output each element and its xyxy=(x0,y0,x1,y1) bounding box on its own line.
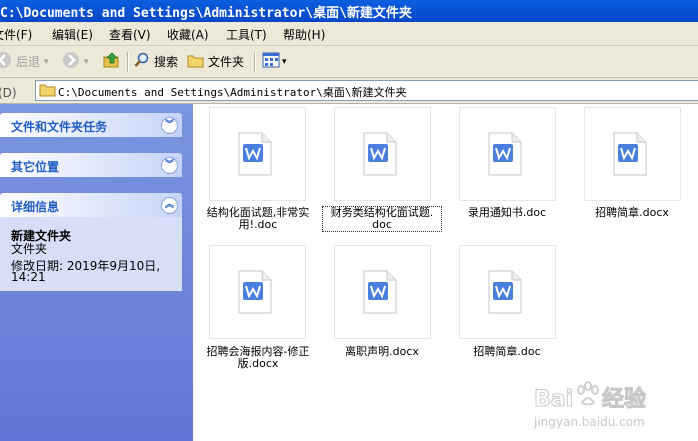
menu-file[interactable]: 文件(F) xyxy=(0,26,32,43)
menu-edit[interactable]: 编辑(E) xyxy=(52,26,93,43)
panel-title: 详细信息 xyxy=(11,200,60,214)
file-name[interactable]: 招聘简章.doc xyxy=(456,346,558,358)
back-dropdown-icon: ▾ xyxy=(44,56,49,67)
title-bar: C:\Documents and Settings\Administrator\… xyxy=(0,0,698,22)
address-input[interactable]: C:\Documents and Settings\Administrator\… xyxy=(35,80,698,101)
forward-arrow-icon xyxy=(62,51,80,72)
wps-writer-doc-icon xyxy=(488,270,522,314)
toolbar-separator xyxy=(254,52,256,72)
file-name[interactable]: 招聘会海报内容-修正 版.docx xyxy=(198,346,318,370)
file-thumbnail[interactable] xyxy=(459,245,556,339)
file-name-selected[interactable]: 财务类结构化面试题. doc xyxy=(322,206,442,232)
file-name[interactable]: 结构化面试题,非常实 用!.doc xyxy=(198,207,318,231)
views-dropdown-icon: ▾ xyxy=(282,56,287,67)
views-icon xyxy=(262,52,280,71)
menu-tools[interactable]: 工具(T) xyxy=(226,26,267,43)
up-folder-icon xyxy=(103,51,121,72)
menu-favorites[interactable]: 收藏(A) xyxy=(167,26,209,43)
back-button[interactable]: 后退 ▾ xyxy=(0,51,49,72)
file-thumbnail[interactable] xyxy=(334,245,431,339)
forward-button[interactable]: ▾ xyxy=(62,51,89,72)
address-label: 址(D) xyxy=(0,86,17,100)
file-name[interactable]: 招聘简章.docx xyxy=(584,207,680,219)
detail-type: 文件夹 xyxy=(11,242,48,256)
wps-writer-doc-icon xyxy=(363,132,397,176)
baidu-jingyan-watermark: Bai 经验 jingyan.baidu.com xyxy=(532,376,692,432)
panel-title: 文件和文件夹任务 xyxy=(11,120,108,134)
details-body: 新建文件夹 文件夹 修改日期: 2019年9月10日, 14:21 xyxy=(0,217,182,291)
chevron-down-icon[interactable]: ︾ xyxy=(161,157,178,174)
panel-file-tasks[interactable]: 文件和文件夹任务 ︾ xyxy=(0,113,182,137)
wps-writer-doc-icon xyxy=(363,270,397,314)
up-folder-button[interactable] xyxy=(103,51,121,72)
svg-text:Bai: Bai xyxy=(534,387,573,412)
panel-other-places[interactable]: 其它位置 ︾ xyxy=(0,153,182,177)
svg-text:经验: 经验 xyxy=(602,386,646,412)
file-name[interactable]: 离职声明.docx xyxy=(330,346,434,358)
menu-view[interactable]: 查看(V) xyxy=(109,26,151,43)
baidu-paw-logo: Bai 经验 jingyan.baidu.com xyxy=(533,381,647,429)
toolbar: 后退 ▾ ▾ 搜索 文件夹 ▾ xyxy=(0,46,698,78)
file-thumbnail[interactable] xyxy=(209,107,306,201)
file-thumbnail[interactable] xyxy=(459,107,556,201)
forward-dropdown-icon: ▾ xyxy=(84,56,89,67)
file-name[interactable]: 录用通知书.doc xyxy=(456,207,558,219)
detail-modified-time: 14:21 xyxy=(11,270,46,284)
file-thumbnail[interactable] xyxy=(209,245,306,339)
views-button[interactable]: ▾ xyxy=(262,51,287,72)
wps-writer-doc-icon xyxy=(238,132,272,176)
back-label: 后退 xyxy=(16,55,41,69)
folder-icon xyxy=(187,53,204,71)
chevron-up-icon[interactable]: ︽ xyxy=(161,197,178,214)
menu-bar: 文件(F) 编辑(E) 查看(V) 收藏(A) 工具(T) 帮助(H) xyxy=(0,22,698,46)
chevron-down-icon[interactable]: ︾ xyxy=(161,117,178,134)
panel-title: 其它位置 xyxy=(11,160,60,174)
menu-help[interactable]: 帮助(H) xyxy=(283,26,325,43)
address-bar: 址(D) C:\Documents and Settings\Administr… xyxy=(0,78,698,104)
folders-label: 文件夹 xyxy=(208,55,245,69)
wps-writer-doc-icon xyxy=(238,270,272,314)
file-thumbnail[interactable] xyxy=(584,107,681,201)
panel-details[interactable]: 详细信息 ︽ xyxy=(0,193,182,217)
toolbar-separator xyxy=(127,52,129,72)
search-button[interactable]: 搜索 xyxy=(134,51,178,72)
search-icon xyxy=(134,52,150,71)
task-pane: 文件和文件夹任务 ︾ 其它位置 ︾ 详细信息 ︽ 新建文件夹 文件夹 修改日期:… xyxy=(0,104,193,441)
folders-button[interactable]: 文件夹 xyxy=(187,51,244,72)
wps-writer-doc-icon xyxy=(488,132,522,176)
address-value: C:\Documents and Settings\Administrator\… xyxy=(58,86,407,99)
file-thumbnail[interactable] xyxy=(334,107,431,201)
folder-icon xyxy=(39,82,56,100)
wps-writer-doc-icon xyxy=(613,132,647,176)
back-arrow-icon xyxy=(0,51,12,72)
svg-text:jingyan.baidu.com: jingyan.baidu.com xyxy=(533,415,645,429)
search-label: 搜索 xyxy=(154,55,179,69)
window-title: C:\Documents and Settings\Administrator\… xyxy=(0,6,412,21)
